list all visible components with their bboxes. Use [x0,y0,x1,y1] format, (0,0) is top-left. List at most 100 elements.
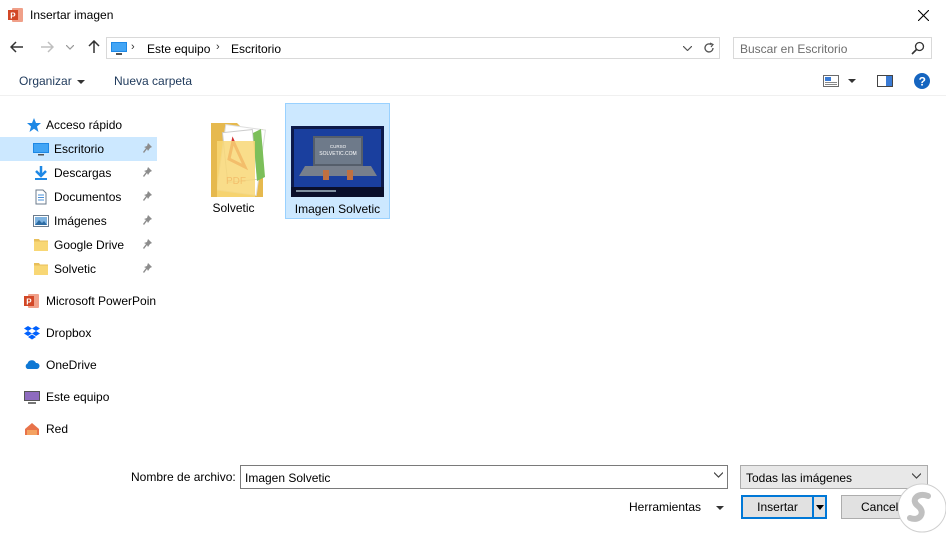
computer-icon [111,42,127,55]
preview-pane-icon[interactable] [877,75,893,87]
search-icon [911,41,925,55]
sidebar-item-onedrive[interactable]: OneDrive [0,353,166,377]
view-options-icon[interactable] [823,75,839,87]
sidebar-item-label: Acceso rápido [46,118,123,132]
sidebar-item-label: Documentos [54,190,122,204]
search-box[interactable]: Buscar en Escritorio [733,37,932,59]
svg-text:P: P [26,297,32,306]
file-list: PDF Solvetic CURSO SOLVETIC.COM Imagen S… [166,97,946,452]
sidebar-item-label: Google Drive [54,238,125,252]
refresh-icon [703,42,714,53]
close-button[interactable] [901,0,946,31]
organize-menu[interactable]: Organizar [19,74,85,88]
sidebar-item-descargas[interactable]: Descargas [0,161,157,185]
network-icon [25,423,39,435]
navigation-bar: › Este equipo › Escritorio Buscar en Esc… [0,34,946,62]
filename-input[interactable]: Imagen Solvetic [245,471,330,485]
filetype-value: Todas las imágenes [746,471,853,485]
file-item-imagen-solvetic[interactable]: CURSO SOLVETIC.COM Imagen Solvetic [285,103,390,219]
pin-icon [143,191,152,201]
file-name: Imagen Solvetic [294,202,381,216]
sidebar-item-label: Microsoft PowerPoin [46,294,157,308]
sidebar-item-label: Imágenes [54,214,107,228]
folder-icon [34,263,48,275]
insert-button[interactable]: Insertar [741,495,814,519]
dialog-footer: Nombre de archivo: Imagen Solvetic Todas… [0,460,946,533]
desktop-icon [33,143,49,156]
sidebar-item-solvetic[interactable]: Solvetic [0,257,157,281]
sidebar-item-red[interactable]: Red [0,417,166,441]
insert-options-button[interactable] [813,495,827,519]
pin-icon [143,215,152,225]
back-button[interactable] [8,38,26,56]
svg-text:?: ? [919,75,926,89]
tools-dropdown-icon[interactable] [716,506,724,510]
chevron-down-icon [815,504,824,510]
pin-icon [143,143,152,153]
up-button[interactable] [85,38,103,56]
window-title: Insertar imagen [30,8,114,22]
file-item-solvetic[interactable]: PDF Solvetic [181,103,286,219]
title-bar: P Insertar imagen [0,0,946,31]
sidebar-item-label: Dropbox [46,326,92,340]
folder-icon: PDF [211,123,266,197]
address-bar[interactable]: › Este equipo › Escritorio [106,37,720,59]
sidebar-item-label: Solvetic [54,262,97,276]
powerpoint-icon: P [8,8,23,22]
chevron-down-icon [682,45,692,51]
thumbnail-text-line1: CURSO [330,144,347,149]
pictures-icon [33,215,49,227]
chevron-down-icon[interactable] [714,472,723,478]
command-bar: Organizar Nueva carpeta ? [0,66,946,96]
sidebar-item-quick-access[interactable]: Acceso rápido [0,113,166,137]
refresh-button[interactable] [699,40,717,56]
svg-text:P: P [10,11,16,20]
download-icon [35,166,47,180]
arrow-up-icon [88,40,100,53]
recent-locations-button[interactable] [64,38,76,56]
search-input[interactable]: Buscar en Escritorio [740,42,847,56]
pin-icon [143,239,152,249]
sidebar-item-powerpoint[interactable]: P Microsoft PowerPoin [0,289,166,313]
pin-icon [143,167,152,177]
computer-icon [24,391,40,404]
sidebar-item-label: Red [46,422,69,436]
star-icon [27,118,41,132]
sidebar-item-google-drive[interactable]: Google Drive [0,233,157,257]
sidebar-item-label: Este equipo [46,390,110,404]
navigation-pane: Acceso rápido Escritorio Descargas Docum… [0,105,166,445]
tools-menu[interactable]: Herramientas [629,500,701,514]
new-folder-button[interactable]: Nueva carpeta [114,74,192,88]
sidebar-item-imagenes[interactable]: Imágenes [0,209,157,233]
forward-button[interactable] [38,38,56,56]
file-name: Solvetic [212,201,255,215]
sidebar-item-documentos[interactable]: Documentos [0,185,157,209]
sidebar-item-escritorio[interactable]: Escritorio [0,137,157,161]
close-icon [918,10,929,21]
view-options-dropdown[interactable] [848,79,856,83]
address-dropdown-button[interactable] [679,40,695,56]
help-icon[interactable]: ? [914,73,930,89]
arrow-right-icon [41,41,54,53]
breadcrumb-este-equipo[interactable]: Este equipo [147,42,210,56]
filename-label: Nombre de archivo: [131,470,236,484]
breadcrumb-separator: › [216,41,220,53]
thumbnail-text-line2: SOLVETIC.COM [319,151,356,157]
sidebar-item-este-equipo[interactable]: Este equipo [0,385,166,409]
watermark-logo [897,483,946,533]
sidebar-item-dropbox[interactable]: Dropbox [0,321,166,345]
sidebar-item-label: Descargas [54,166,112,180]
filename-combobox[interactable]: Imagen Solvetic [240,465,728,489]
powerpoint-icon: P [24,294,39,308]
sidebar-item-label: Escritorio [54,142,105,156]
chevron-down-icon [76,79,85,84]
breadcrumb-escritorio[interactable]: Escritorio [231,42,281,56]
onedrive-icon [25,360,40,369]
arrow-left-icon [10,41,23,53]
organize-label: Organizar [19,74,72,88]
sidebar-item-label: OneDrive [46,358,97,372]
pin-icon [143,263,152,273]
image-thumbnail: CURSO SOLVETIC.COM [291,126,384,197]
folder-icon [34,239,48,251]
dropbox-icon [24,326,40,340]
